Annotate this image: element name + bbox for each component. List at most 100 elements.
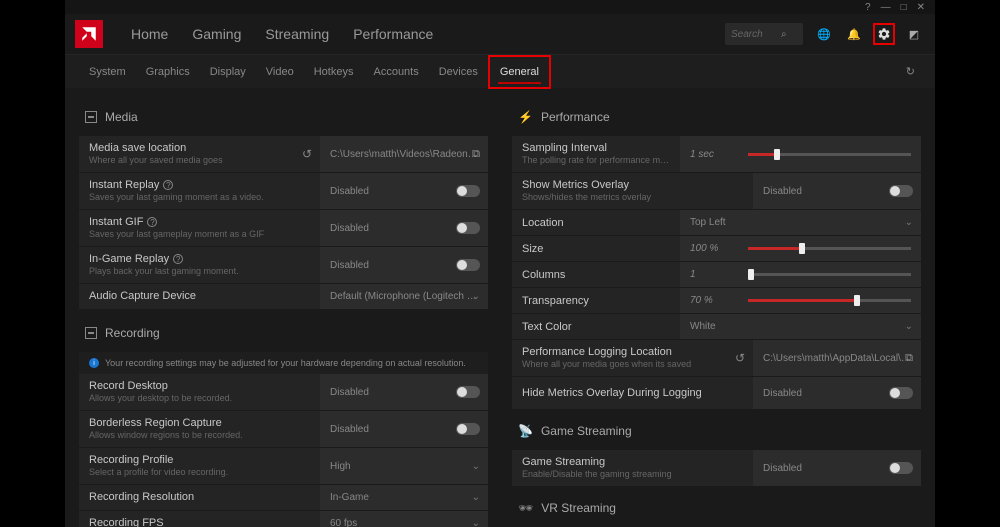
copy-icon[interactable]: ⧉: [472, 148, 480, 161]
tab-accounts[interactable]: Accounts: [363, 55, 428, 89]
media-save-value[interactable]: C:\Users\matth\Videos\Radeon ReLive ⧉: [320, 136, 488, 172]
chevron-down-icon: ⌄: [472, 461, 480, 472]
nav-gaming[interactable]: Gaming: [180, 14, 253, 54]
instant-gif-toggle[interactable]: [456, 222, 480, 234]
collapse-icon: [85, 111, 97, 123]
recording-resolution-label: Recording Resolution: [79, 485, 320, 510]
section-performance[interactable]: ⚡ Performance: [512, 102, 921, 136]
textcolor-value[interactable]: White ⌄: [680, 314, 921, 339]
borderless-toggle[interactable]: [456, 423, 480, 435]
web-icon[interactable]: 🌐: [813, 23, 835, 45]
recording-fps-value[interactable]: 60 fps ⌄: [320, 511, 488, 527]
section-media[interactable]: Media: [79, 102, 488, 136]
instant-replay-toggle[interactable]: [456, 185, 480, 197]
collapse-icon: [85, 327, 97, 339]
info-icon: i: [89, 358, 99, 368]
recording-info: i Your recording settings may be adjuste…: [79, 352, 488, 374]
instant-gif-label: Instant GIF? Saves your last gameplay mo…: [79, 210, 320, 246]
reset-icon[interactable]: ↺: [302, 147, 312, 161]
recording-resolution-value[interactable]: In-Game ⌄: [320, 485, 488, 510]
borderless-value[interactable]: Disabled: [320, 411, 488, 447]
record-desktop-label: Record Desktop Allows your desktop to be…: [79, 374, 320, 410]
amd-logo: [75, 20, 103, 48]
location-value[interactable]: Top Left ⌄: [680, 210, 921, 235]
gamestream-label: Game Streaming Enable/Disable the gaming…: [512, 450, 753, 486]
overlay-toggle[interactable]: [889, 185, 913, 197]
nav-performance[interactable]: Performance: [341, 14, 445, 54]
location-label: Location: [512, 210, 680, 235]
transparency-slider[interactable]: [738, 288, 921, 313]
tab-display[interactable]: Display: [200, 55, 256, 89]
audio-capture-value[interactable]: Default (Microphone (Logitech G933 Gamin…: [320, 284, 488, 309]
tab-hotkeys[interactable]: Hotkeys: [304, 55, 364, 89]
size-slider[interactable]: [738, 236, 921, 261]
hidemetrics-label: Hide Metrics Overlay During Logging: [512, 377, 753, 409]
recording-fps-label: Recording FPS: [79, 511, 320, 527]
ingame-replay-label: In-Game Replay? Plays back your last gam…: [79, 247, 320, 283]
help-icon[interactable]: ?: [147, 217, 157, 227]
nav-home[interactable]: Home: [119, 14, 180, 54]
audio-capture-label: Audio Capture Device: [79, 284, 320, 309]
recording-profile-value[interactable]: High ⌄: [320, 448, 488, 484]
nav-streaming[interactable]: Streaming: [253, 14, 341, 54]
tab-general[interactable]: General: [488, 55, 551, 89]
transparency-value: 70 %: [680, 288, 738, 313]
refresh-icon[interactable]: ↻: [900, 65, 921, 78]
tab-system[interactable]: System: [79, 55, 136, 89]
textcolor-label: Text Color: [512, 314, 680, 339]
logloc-value[interactable]: C:\Users\matth\AppData\Local\AMD\CN ⧉: [753, 340, 921, 376]
section-performance-title: Performance: [541, 110, 610, 124]
tab-devices[interactable]: Devices: [429, 55, 488, 89]
sampling-slider[interactable]: [738, 136, 921, 172]
search-box[interactable]: ⌕: [725, 23, 803, 45]
section-gamestream-title: Game Streaming: [541, 424, 632, 438]
gear-icon[interactable]: [873, 23, 895, 45]
chevron-down-icon: ⌄: [472, 518, 480, 527]
record-desktop-toggle[interactable]: [456, 386, 480, 398]
chevron-down-icon: ⌄: [905, 321, 913, 332]
instant-replay-value[interactable]: Disabled: [320, 173, 488, 209]
vr-icon: 🕶: [518, 501, 533, 515]
columns-value: 1: [680, 262, 738, 287]
record-desktop-value[interactable]: Disabled: [320, 374, 488, 410]
size-value: 100 %: [680, 236, 738, 261]
section-media-title: Media: [105, 110, 138, 124]
hidemetrics-value[interactable]: Disabled: [753, 377, 921, 409]
hidemetrics-toggle[interactable]: [889, 387, 913, 399]
chevron-down-icon: ⌄: [905, 217, 913, 228]
instant-gif-value[interactable]: Disabled: [320, 210, 488, 246]
tab-graphics[interactable]: Graphics: [136, 55, 200, 89]
sampling-label: Sampling Interval The polling rate for p…: [512, 136, 680, 172]
transparency-label: Transparency: [512, 288, 680, 313]
section-recording-title: Recording: [105, 326, 160, 340]
ingame-replay-value[interactable]: Disabled: [320, 247, 488, 283]
section-gamestream[interactable]: 📡 Game Streaming: [512, 410, 921, 450]
columns-label: Columns: [512, 262, 680, 287]
ingame-replay-toggle[interactable]: [456, 259, 480, 271]
section-recording[interactable]: Recording: [79, 310, 488, 352]
section-vrstream[interactable]: 🕶 VR Streaming: [512, 487, 921, 527]
gamestream-value[interactable]: Disabled: [753, 450, 921, 486]
columns-slider[interactable]: [738, 262, 921, 287]
logloc-label: Performance Logging Location Where all y…: [512, 340, 753, 376]
stream-icon: 📡: [518, 424, 533, 438]
help-icon[interactable]: ?: [173, 254, 183, 264]
minimize-button[interactable]: —: [881, 2, 891, 13]
maximize-button[interactable]: □: [901, 2, 907, 13]
search-input[interactable]: [731, 29, 781, 40]
reset-icon[interactable]: ↺: [735, 351, 745, 365]
bell-icon[interactable]: 🔔: [843, 23, 865, 45]
size-label: Size: [512, 236, 680, 261]
copy-icon[interactable]: ⧉: [905, 352, 913, 365]
borderless-label: Borderless Region Capture Allows window …: [79, 411, 320, 447]
bolt-icon: ⚡: [518, 110, 533, 124]
help-icon[interactable]: ?: [865, 2, 871, 13]
gamestream-toggle[interactable]: [889, 462, 913, 474]
search-icon: ⌕: [781, 29, 787, 40]
help-icon[interactable]: ?: [163, 180, 173, 190]
panel-icon[interactable]: ◩: [903, 23, 925, 45]
tab-video[interactable]: Video: [256, 55, 304, 89]
close-button[interactable]: ✕: [917, 2, 925, 13]
instant-replay-label: Instant Replay? Saves your last gaming m…: [79, 173, 320, 209]
overlay-value[interactable]: Disabled: [753, 173, 921, 209]
